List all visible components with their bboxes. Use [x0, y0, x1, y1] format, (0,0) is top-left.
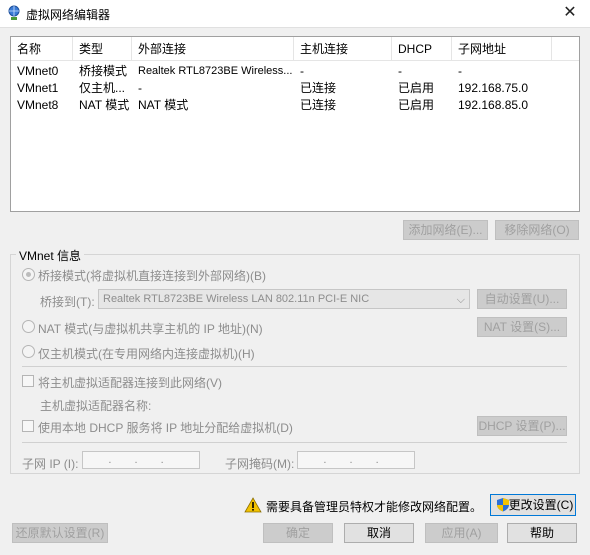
apply-button[interactable]: 应用(A) [425, 523, 498, 543]
cell-external: NAT 模式 [138, 98, 189, 112]
host-only-mode-radio[interactable] [22, 345, 35, 358]
column-header-type[interactable]: 类型 [73, 37, 132, 61]
cancel-button[interactable]: 取消 [344, 523, 414, 543]
nat-settings-button[interactable]: NAT 设置(S)... [477, 317, 567, 337]
divider [22, 442, 567, 443]
divider [22, 366, 567, 367]
close-icon[interactable]: ✕ [560, 4, 580, 24]
bridge-to-value: Realtek RTL8723BE Wireless LAN 802.11n P… [103, 293, 370, 305]
subnet-ip-label: 子网 IP (I): [22, 457, 79, 471]
cell-name: VMnet1 [17, 81, 59, 95]
cell-host: - [300, 64, 304, 78]
restore-defaults-button[interactable]: 还原默认设置(R) [12, 523, 108, 543]
vmnet-info-label: VMnet 信息 [16, 247, 85, 264]
auto-settings-button[interactable]: 自动设置(U)... [477, 289, 567, 309]
column-header-subnet[interactable]: 子网地址 [452, 37, 552, 61]
use-dhcp-checkbox[interactable] [22, 420, 34, 432]
dhcp-settings-button[interactable]: DHCP 设置(P)... [477, 416, 567, 436]
subnet-mask-field[interactable]: . . . [297, 451, 415, 469]
cell-name: VMnet0 [17, 64, 59, 78]
cell-type: 桥接模式 [79, 64, 128, 78]
vmnet-info-group [10, 254, 580, 474]
cell-name: VMnet8 [17, 98, 59, 112]
cell-subnet: 192.168.75.0 [458, 81, 529, 95]
chevron-down-icon: ⌵ [456, 294, 465, 306]
table-row[interactable]: VMnet0 桥接模式 Realtek RTL8723BE Wireless..… [11, 63, 579, 79]
network-globe-icon [8, 5, 20, 20]
table-row[interactable]: VMnet1 仅主机... - 已连接 已启用 192.168.75.0 [11, 80, 579, 96]
list-header: 名称 类型 外部连接 主机连接 DHCP 子网地址 [11, 37, 579, 61]
nat-mode-radio[interactable] [22, 320, 35, 333]
cell-subnet: 192.168.85.0 [458, 98, 529, 112]
admin-warning-text: 需要具备管理员特权才能修改网络配置。 [266, 500, 483, 514]
adapter-name-label: 主机虚拟适配器名称: [40, 399, 152, 413]
column-header-external[interactable]: 外部连接 [132, 37, 294, 61]
table-row[interactable]: VMnet8 NAT 模式 NAT 模式 已连接 已启用 192.168.85.… [11, 97, 579, 113]
connect-adapter-label: 将主机虚拟适配器连接到此网络(V) [38, 376, 222, 390]
cell-host: 已连接 [300, 98, 337, 112]
cell-dhcp: - [398, 64, 402, 78]
bridge-mode-radio[interactable] [22, 268, 35, 281]
cell-host: 已连接 [300, 81, 337, 95]
uac-shield-icon [497, 498, 509, 512]
cell-external: Realtek RTL8723BE Wireless... [138, 65, 293, 77]
bridge-mode-label: 桥接模式(将虚拟机直接连接到外部网络)(B) [38, 269, 266, 283]
change-settings-label: 更改设置(C) [508, 498, 574, 512]
host-only-mode-label: 仅主机模式(在专用网络内连接虚拟机)(H) [38, 347, 255, 361]
warning-icon [244, 497, 262, 513]
cell-dhcp: 已启用 [398, 81, 435, 95]
subnet-ip-field[interactable]: . . . [82, 451, 200, 469]
cell-dhcp: 已启用 [398, 98, 435, 112]
cell-type: NAT 模式 [79, 98, 130, 112]
column-header-host[interactable]: 主机连接 [294, 37, 392, 61]
cell-subnet: - [458, 64, 462, 78]
cell-external: - [138, 81, 142, 95]
connect-adapter-checkbox[interactable] [22, 375, 34, 387]
nat-mode-label: NAT 模式(与虚拟机共享主机的 IP 地址)(N) [38, 322, 263, 336]
bridge-to-label: 桥接到(T): [40, 295, 95, 309]
bridge-to-select[interactable]: Realtek RTL8723BE Wireless LAN 802.11n P… [98, 289, 470, 309]
ok-button[interactable]: 确定 [263, 523, 333, 543]
title-bar: 虚拟网络编辑器 ✕ [0, 0, 590, 28]
window-title: 虚拟网络编辑器 [26, 8, 111, 22]
remove-network-button[interactable]: 移除网络(O) [495, 220, 579, 240]
add-network-button[interactable]: 添加网络(E)... [403, 220, 488, 240]
subnet-mask-label: 子网掩码(M): [225, 457, 295, 471]
column-header-dhcp[interactable]: DHCP [392, 37, 452, 61]
column-header-name[interactable]: 名称 [11, 37, 73, 61]
help-button[interactable]: 帮助 [507, 523, 577, 543]
use-dhcp-label: 使用本地 DHCP 服务将 IP 地址分配给虚拟机(D) [38, 421, 293, 435]
network-list[interactable]: 名称 类型 外部连接 主机连接 DHCP 子网地址 VMnet0 桥接模式 Re… [10, 36, 580, 212]
cell-type: 仅主机... [79, 81, 126, 95]
